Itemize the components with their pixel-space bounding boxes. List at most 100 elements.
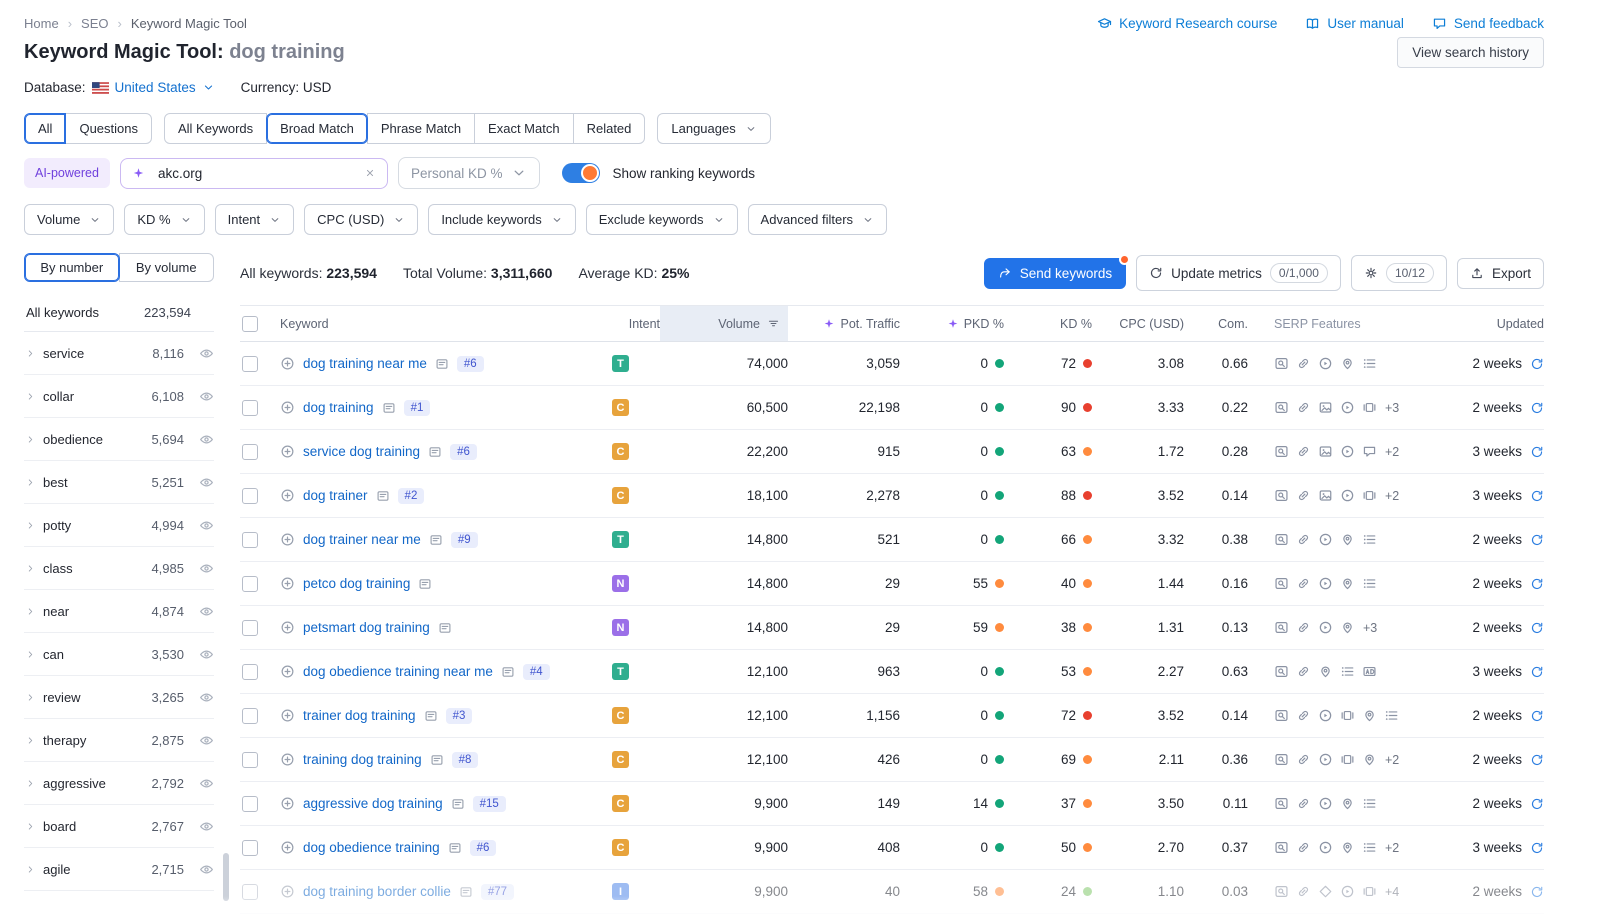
filter-exclude-keywords[interactable]: Exclude keywords (586, 204, 738, 235)
show-ranking-keywords-toggle[interactable] (562, 163, 600, 183)
eye-icon[interactable] (199, 432, 214, 447)
eye-icon[interactable] (199, 819, 214, 834)
row-checkbox[interactable] (242, 884, 258, 900)
add-to-list-icon[interactable] (280, 796, 295, 811)
refresh-icon[interactable] (1530, 533, 1544, 547)
serp-more-count[interactable]: +2 (1385, 445, 1399, 459)
user-manual-link[interactable]: User manual (1305, 16, 1404, 31)
ranking-position-badge[interactable]: #9 (451, 532, 478, 548)
row-checkbox[interactable] (242, 664, 258, 680)
update-metrics-button[interactable]: Update metrics 0/1,000 (1136, 255, 1341, 291)
all-keywords-group[interactable]: All keywords 223,594 (24, 294, 214, 332)
intent-badge[interactable]: T (612, 355, 629, 372)
intent-badge[interactable]: C (612, 399, 629, 416)
keyword-group-agile[interactable]: agile2,715 (24, 848, 214, 891)
intent-badge[interactable]: C (612, 487, 629, 504)
refresh-icon[interactable] (1530, 445, 1544, 459)
keyword-link[interactable]: aggressive dog training (303, 796, 443, 811)
filter-cpc-usd[interactable]: CPC (USD) (304, 204, 418, 235)
row-checkbox[interactable] (242, 576, 258, 592)
keyword-link[interactable]: training dog training (303, 752, 422, 767)
breadcrumb-item-seo[interactable]: SEO (81, 16, 108, 31)
add-to-list-icon[interactable] (280, 708, 295, 723)
personal-kd-dropdown[interactable]: Personal KD % (398, 157, 541, 189)
row-checkbox[interactable] (242, 708, 258, 724)
column-com[interactable]: Com. (1184, 306, 1248, 341)
ranking-position-badge[interactable]: #2 (398, 488, 425, 504)
ranking-position-badge[interactable]: #1 (404, 400, 431, 416)
serp-snapshot-icon[interactable] (418, 577, 432, 591)
database-selector[interactable]: United States (92, 80, 215, 95)
serp-snapshot-icon[interactable] (428, 445, 442, 459)
eye-icon[interactable] (199, 690, 214, 705)
row-checkbox[interactable] (242, 620, 258, 636)
ranking-position-badge[interactable]: #15 (473, 796, 506, 812)
eye-icon[interactable] (199, 776, 214, 791)
intent-badge[interactable]: C (612, 707, 629, 724)
column-cpc[interactable]: CPC (USD) (1092, 306, 1184, 341)
keyword-group-best[interactable]: best5,251 (24, 461, 214, 504)
keyword-group-review[interactable]: review3,265 (24, 676, 214, 719)
keyword-link[interactable]: dog obedience training near me (303, 664, 493, 679)
refresh-icon[interactable] (1530, 489, 1544, 503)
intent-badge[interactable]: C (612, 443, 629, 460)
keyword-group-aggressive[interactable]: aggressive2,792 (24, 762, 214, 805)
intent-badge[interactable]: N (612, 575, 629, 592)
refresh-icon[interactable] (1530, 357, 1544, 371)
serp-snapshot-icon[interactable] (430, 753, 444, 767)
eye-icon[interactable] (199, 862, 214, 877)
intent-badge[interactable]: C (612, 839, 629, 856)
view-search-history-button[interactable]: View search history (1397, 37, 1544, 68)
serp-snapshot-icon[interactable] (501, 665, 515, 679)
refresh-icon[interactable] (1530, 797, 1544, 811)
refresh-icon[interactable] (1530, 885, 1544, 899)
eye-icon[interactable] (199, 389, 214, 404)
tab-broad-match[interactable]: Broad Match (266, 113, 368, 144)
refresh-icon[interactable] (1530, 709, 1544, 723)
intent-badge[interactable]: N (612, 619, 629, 636)
serp-snapshot-icon[interactable] (435, 357, 449, 371)
keyword-link[interactable]: dog training near me (303, 356, 427, 371)
eye-icon[interactable] (199, 518, 214, 533)
ranking-position-badge[interactable]: #6 (470, 840, 497, 856)
add-to-list-icon[interactable] (280, 752, 295, 767)
keyword-group-obedience[interactable]: obedience5,694 (24, 418, 214, 461)
course-link[interactable]: Keyword Research course (1097, 16, 1277, 31)
serp-more-count[interactable]: +2 (1385, 841, 1399, 855)
row-checkbox[interactable] (242, 752, 258, 768)
ranking-position-badge[interactable]: #4 (523, 664, 550, 680)
eye-icon[interactable] (199, 346, 214, 361)
row-checkbox[interactable] (242, 532, 258, 548)
serp-snapshot-icon[interactable] (429, 533, 443, 547)
intent-badge[interactable]: T (612, 531, 629, 548)
add-to-list-icon[interactable] (280, 840, 295, 855)
intent-badge[interactable]: C (612, 751, 629, 768)
keyword-link[interactable]: petsmart dog training (303, 620, 430, 635)
row-checkbox[interactable] (242, 840, 258, 856)
serp-snapshot-icon[interactable] (424, 709, 438, 723)
serp-more-count[interactable]: +3 (1385, 401, 1399, 415)
column-intent[interactable]: Intent (612, 306, 660, 341)
eye-icon[interactable] (199, 604, 214, 619)
column-keyword[interactable]: Keyword (280, 306, 612, 341)
tab-exact-match[interactable]: Exact Match (474, 113, 574, 144)
send-keywords-button[interactable]: Send keywords (984, 258, 1126, 289)
ai-domain-input[interactable]: akc.org (120, 158, 388, 189)
tab-questions[interactable]: Questions (65, 113, 152, 144)
row-checkbox[interactable] (242, 444, 258, 460)
close-icon[interactable] (364, 167, 376, 179)
keyword-link[interactable]: service dog training (303, 444, 420, 459)
refresh-icon[interactable] (1530, 753, 1544, 767)
send-feedback-link[interactable]: Send feedback (1432, 16, 1544, 31)
tab-phrase-match[interactable]: Phrase Match (367, 113, 475, 144)
keyword-link[interactable]: dog trainer (303, 488, 368, 503)
breadcrumb-item-home[interactable]: Home (24, 16, 59, 31)
breadcrumb-item-keyword-magic-tool[interactable]: Keyword Magic Tool (131, 16, 247, 31)
serp-more-count[interactable]: +4 (1385, 885, 1399, 899)
filter-intent[interactable]: Intent (215, 204, 295, 235)
add-to-list-icon[interactable] (280, 664, 295, 679)
languages-dropdown[interactable]: Languages (657, 113, 770, 144)
tab-all-keywords[interactable]: All Keywords (164, 113, 267, 144)
serp-snapshot-icon[interactable] (459, 885, 473, 899)
add-to-list-icon[interactable] (280, 488, 295, 503)
